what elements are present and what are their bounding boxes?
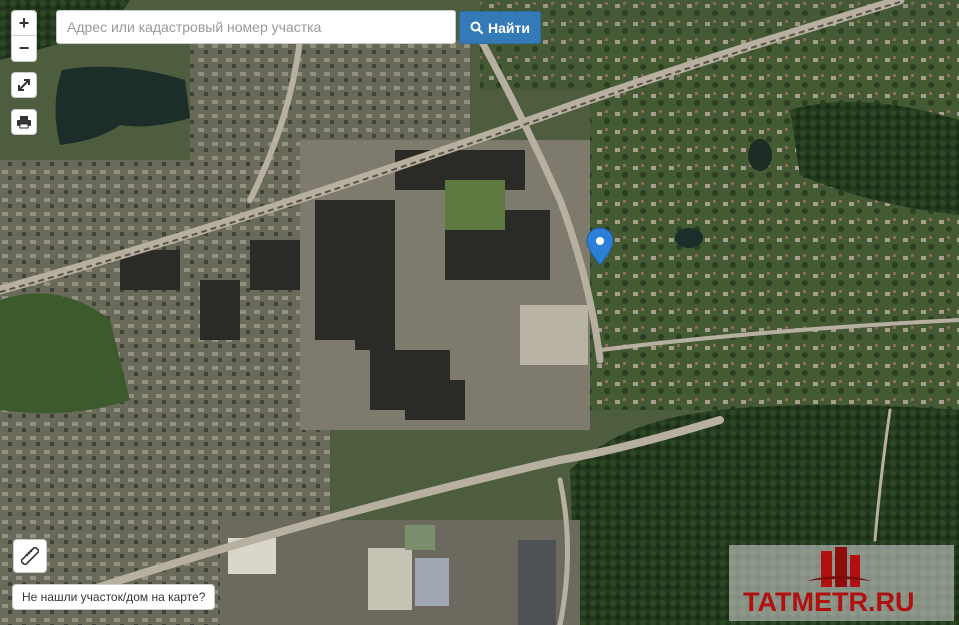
satellite-map[interactable] [0,0,959,625]
not-found-link[interactable]: Не нашли участок/дом на карте? [12,584,216,610]
fullscreen-button[interactable] [11,72,37,98]
search-input[interactable] [56,10,456,44]
search-button[interactable]: Найти [459,11,541,44]
search-button-label: Найти [488,19,530,36]
ruler-button[interactable] [13,539,47,573]
watermark-text: TATMETR.RU [743,587,915,617]
pond-east [675,228,703,248]
dacha-area-north [480,0,959,90]
dacha-area-east [590,40,959,410]
ruler-icon [21,547,39,565]
expand-icon [18,79,30,91]
search-icon [470,21,484,34]
zoom-out-button[interactable]: − [11,36,37,62]
tatmetr-watermark: TATMETR.RU [729,545,954,621]
courtyard-green [445,180,505,230]
print-button[interactable] [11,109,37,135]
zoom-in-button[interactable]: + [11,10,37,36]
pond-northeast [748,139,772,171]
print-icon [17,116,31,129]
mall-building [520,305,588,365]
